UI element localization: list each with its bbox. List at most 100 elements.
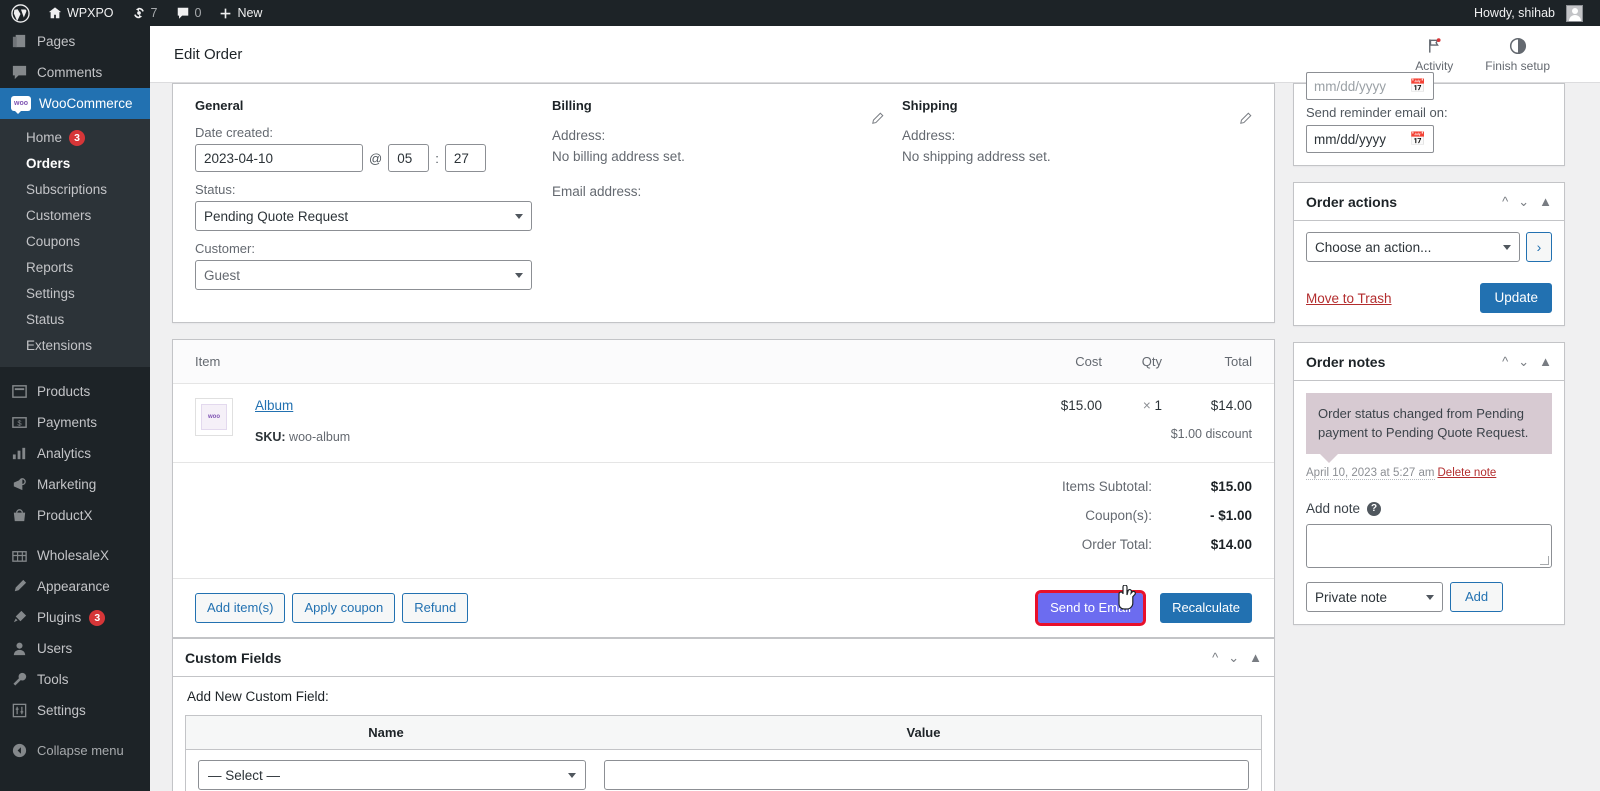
sidebar-item-productx[interactable]: ProductX [0, 500, 150, 531]
analytics-icon [11, 445, 29, 463]
move-up-icon[interactable]: ^ [1502, 195, 1508, 208]
sidebar-item-payments[interactable]: $ Payments [0, 407, 150, 438]
plugins-icon [11, 609, 29, 627]
sidebar-item-status[interactable]: Status [0, 307, 150, 333]
apply-action-button[interactable]: › [1526, 232, 1552, 262]
wholesalex-icon [11, 547, 29, 565]
sidebar-item-coupons[interactable]: Coupons [0, 229, 150, 255]
time-colon: : [435, 150, 439, 166]
send-to-email-button[interactable]: Send to Email [1035, 590, 1147, 626]
billing-email-label: Email address: [552, 184, 642, 199]
collapse-menu-button[interactable]: Collapse menu [0, 735, 150, 766]
move-up-icon[interactable]: ^ [1502, 355, 1508, 368]
tools-icon [11, 671, 29, 689]
activity-button[interactable]: Activity [1415, 36, 1453, 73]
pages-icon [11, 33, 29, 51]
sku-value: woo-album [289, 430, 351, 444]
sidebar-item-subscriptions[interactable]: Subscriptions [0, 177, 150, 203]
update-button[interactable]: Update [1480, 283, 1552, 313]
appearance-icon [11, 578, 29, 596]
wordpress-logo-icon[interactable] [2, 0, 39, 26]
sidebar-item-tools[interactable]: Tools [0, 664, 150, 695]
comments-menu[interactable]: 0 [167, 0, 211, 26]
minute-input[interactable] [444, 144, 486, 172]
refund-button[interactable]: Refund [402, 593, 469, 623]
sidebar-item-wholesalex[interactable]: WholesaleX [0, 540, 150, 571]
sidebar-item-label: Products [37, 384, 91, 399]
hour-input[interactable] [388, 144, 430, 172]
sidebar-item-analytics[interactable]: Analytics [0, 438, 150, 469]
sidebar-item-home[interactable]: Home 3 [0, 125, 150, 151]
sidebar-item-appearance[interactable]: Appearance [0, 571, 150, 602]
sidebar-item-extensions[interactable]: Extensions [0, 333, 150, 359]
add-items-button[interactable]: Add item(s) [195, 593, 286, 623]
sidebar-item-marketing[interactable]: Marketing [0, 469, 150, 500]
help-icon[interactable]: ? [1367, 501, 1382, 516]
move-up-icon[interactable]: ^ [1212, 651, 1218, 664]
edit-shipping-pencil-icon[interactable] [1239, 112, 1252, 128]
sidebar-item-comments[interactable]: Comments [0, 57, 150, 88]
sidebar-item-label: Analytics [37, 446, 92, 461]
move-down-icon[interactable]: ⌄ [1518, 355, 1529, 368]
shipping-section: Shipping Address: No shipping address se… [902, 98, 1252, 300]
toggle-panel-icon[interactable]: ▲ [1539, 355, 1552, 368]
recalculate-button[interactable]: Recalculate [1160, 593, 1252, 623]
reminder-panel-body: mm/dd/yyyy 📅 Send reminder email on: mm/… [1294, 72, 1564, 165]
sidebar-item-products[interactable]: Products [0, 376, 150, 407]
move-down-icon[interactable]: ⌄ [1518, 195, 1529, 208]
move-to-trash-link[interactable]: Move to Trash [1306, 291, 1392, 306]
order-totals: Items Subtotal: $15.00 Coupon(s): - $1.0… [173, 463, 1274, 579]
site-name-menu[interactable]: WPXPO [39, 0, 123, 26]
order-action-select[interactable]: Choose an action... [1306, 232, 1520, 262]
move-down-icon[interactable]: ⌄ [1228, 651, 1239, 664]
sidebar-item-woocommerce[interactable]: woo WooCommerce [0, 88, 158, 119]
column-header-total: Total [1224, 354, 1252, 369]
sidebar-item-users[interactable]: Users [0, 633, 150, 664]
custom-field-name-select[interactable]: — Select — [198, 760, 586, 790]
totals-label: Coupon(s): [1085, 508, 1152, 523]
apply-coupon-button[interactable]: Apply coupon [292, 593, 396, 623]
finish-setup-button[interactable]: Finish setup [1485, 36, 1550, 73]
side-column: mm/dd/yyyy 📅 Send reminder email on: mm/… [1293, 72, 1565, 791]
chevron-down-icon [1426, 594, 1434, 600]
sidebar-item-settings[interactable]: Settings [0, 695, 150, 726]
item-name-cell: Album SKU: woo-album [255, 398, 1022, 444]
edit-billing-pencil-icon[interactable] [871, 112, 884, 128]
add-note-button[interactable]: Add [1450, 582, 1504, 612]
chevron-down-icon [568, 772, 576, 778]
delete-note-link[interactable]: Delete note [1438, 467, 1497, 479]
my-account-menu[interactable]: Howdy, shihab [1465, 0, 1592, 26]
sidebar-item-customers[interactable]: Customers [0, 203, 150, 229]
toggle-panel-icon[interactable]: ▲ [1539, 195, 1552, 208]
admin-bar-left: WPXPO 7 0 New [0, 0, 271, 26]
sidebar-item-label: Extensions [26, 338, 93, 353]
billing-heading: Billing [552, 98, 592, 113]
sidebar-item-orders[interactable]: Orders [0, 151, 150, 177]
note-type-select[interactable]: Private note [1306, 582, 1443, 612]
order-note-meta: April 10, 2023 at 5:27 am Delete note [1306, 467, 1552, 480]
sidebar-item-reports[interactable]: Reports [0, 255, 150, 281]
order-status-select[interactable]: Pending Quote Request [195, 201, 532, 231]
order-actions-header: Order actions ^ ⌄ ▲ [1294, 183, 1564, 221]
howdy-label: Howdy, shihab [1473, 6, 1555, 20]
product-link[interactable]: Album [255, 398, 293, 413]
clipped-date-input[interactable]: mm/dd/yyyy 📅 [1306, 72, 1434, 100]
updates-menu[interactable]: 7 [123, 0, 167, 26]
sidebar-item-woo-settings[interactable]: Settings [0, 281, 150, 307]
date-created-input[interactable] [195, 144, 363, 172]
custom-field-value-input[interactable] [604, 760, 1249, 790]
sidebar-item-plugins[interactable]: Plugins 3 [0, 602, 150, 633]
menu-separator [0, 531, 150, 540]
send-reminder-date-input[interactable]: mm/dd/yyyy 📅 [1306, 125, 1434, 153]
new-content-menu[interactable]: New [210, 0, 271, 26]
product-thumbnail-image: woo [201, 404, 227, 430]
toggle-panel-icon[interactable]: ▲ [1249, 651, 1262, 664]
sidebar-item-pages[interactable]: Pages [0, 26, 150, 57]
customer-select[interactable]: Guest [195, 260, 532, 290]
sidebar-item-label: WooCommerce [39, 96, 133, 111]
add-note-textarea[interactable] [1306, 524, 1552, 568]
clipped-date-placeholder: mm/dd/yyyy [1314, 78, 1387, 94]
post-body: General Date created: @ : Status: Pendin… [150, 72, 1600, 791]
product-sku: SKU: woo-album [255, 430, 1022, 444]
item-discount: $1.00 discount [1170, 427, 1252, 441]
